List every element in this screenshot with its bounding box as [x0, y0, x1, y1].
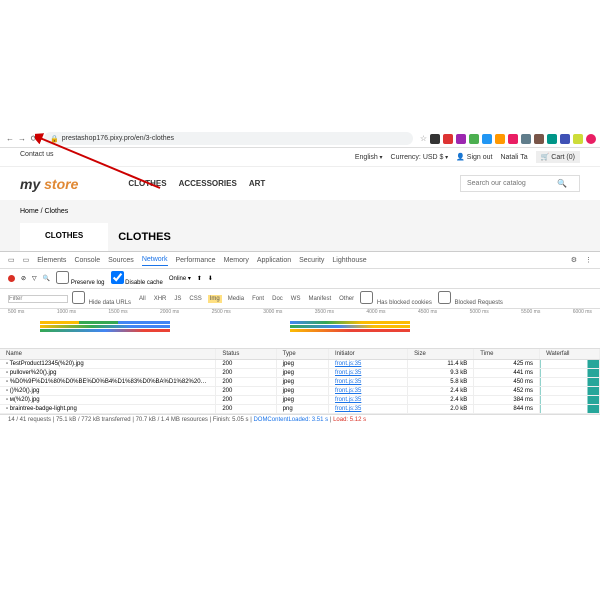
preserve-log-checkbox[interactable]: Preserve log [56, 271, 104, 286]
address-bar[interactable]: 🔒 prestashop176.pixy.pro/en/3-clothes [44, 132, 413, 145]
filter-icon[interactable]: ▽ [32, 275, 37, 282]
table-row[interactable]: ▫ %D0%9F%D1%80%D0%BE%D0%B4%D1%83%D0%BA%D… [0, 378, 600, 387]
nav-art[interactable]: ART [249, 179, 265, 188]
throttle-select[interactable]: Online [169, 275, 191, 282]
dt-tab-application[interactable]: Application [257, 255, 291, 266]
clear-icon[interactable]: ⊘ [21, 275, 26, 282]
language-select[interactable]: English [355, 154, 383, 161]
network-summary: 14 / 41 requests | 75.1 kB / 772 kB tran… [0, 414, 600, 425]
dt-tab-lighthouse[interactable]: Lighthouse [332, 255, 366, 266]
extension-icons [430, 134, 596, 144]
disable-cache-checkbox[interactable]: Disable cache [111, 271, 163, 286]
dt-tab-sources[interactable]: Sources [108, 255, 134, 266]
dt-tab-network[interactable]: Network [142, 254, 168, 266]
device-icon[interactable]: ▭ [23, 254, 30, 266]
page-heading: CLOTHES [118, 223, 171, 251]
nav-clothes[interactable]: CLOTHES [128, 179, 166, 188]
star-icon[interactable]: ☆ [420, 134, 427, 143]
network-timeline[interactable]: 500 ms1000 ms1500 ms2000 ms2500 ms3000 m… [0, 309, 600, 349]
more-icon[interactable]: ⋮ [585, 254, 592, 266]
devtools-panel: ▭ ▭ Elements Console Sources Network Per… [0, 251, 600, 425]
dt-tab-performance[interactable]: Performance [176, 255, 216, 266]
tab-clothes[interactable]: CLOTHES [20, 223, 108, 251]
dt-tab-console[interactable]: Console [74, 255, 100, 266]
table-row[interactable]: ▫ pullover%20().jpg200jpegfront.js:359.3… [0, 369, 600, 378]
table-row[interactable]: ▫ ()%20().jpg200jpegfront.js:352.4 kB452… [0, 387, 600, 396]
gear-icon[interactable]: ⚙ [571, 254, 577, 266]
dt-tab-security[interactable]: Security [299, 255, 324, 266]
table-row[interactable]: ▫ TestProduct12345(%20).jpg200jpegfront.… [0, 360, 600, 369]
filter-input[interactable] [8, 295, 68, 303]
user-link[interactable]: Natali Ta [500, 154, 527, 161]
main-nav: CLOTHES ACCESSORIES ART [128, 179, 265, 188]
inspect-icon[interactable]: ▭ [8, 254, 15, 266]
search-icon[interactable]: 🔍 [557, 179, 567, 188]
search-box[interactable]: 🔍 [460, 175, 580, 192]
search-input[interactable] [467, 180, 557, 187]
url-text: prestashop176.pixy.pro/en/3-clothes [62, 135, 174, 142]
breadcrumb: Home / Clothes [0, 200, 600, 223]
upload-icon[interactable]: ⬆ [197, 275, 202, 282]
table-row[interactable]: ▫ м(%20).jpg200jpegfront.js:352.4 kB384 … [0, 396, 600, 405]
cart-button[interactable]: 🛒 Cart (0) [536, 151, 580, 163]
lock-icon: 🔒 [50, 135, 59, 143]
currency-select[interactable]: USD $ [423, 154, 448, 161]
dt-tab-memory[interactable]: Memory [224, 255, 249, 266]
forward-button[interactable]: → [16, 133, 28, 145]
nav-accessories[interactable]: ACCESSORIES [179, 179, 237, 188]
contact-link[interactable]: Contact us [20, 151, 53, 163]
network-table: NameStatusTypeInitiatorSizeTimeWaterfall… [0, 349, 600, 414]
signout-link[interactable]: 👤 Sign out [456, 153, 492, 161]
back-button[interactable]: ← [4, 133, 16, 145]
record-button[interactable] [8, 275, 15, 282]
reload-button[interactable]: ⟳ [28, 133, 40, 145]
logo[interactable]: my store [20, 176, 78, 192]
table-row[interactable]: ▫ braintree-badge-light.png200pngfront.j… [0, 405, 600, 414]
dt-tab-elements[interactable]: Elements [37, 255, 66, 266]
download-icon[interactable]: ⬇ [208, 275, 213, 282]
search-net-icon[interactable]: 🔍 [43, 275, 50, 282]
